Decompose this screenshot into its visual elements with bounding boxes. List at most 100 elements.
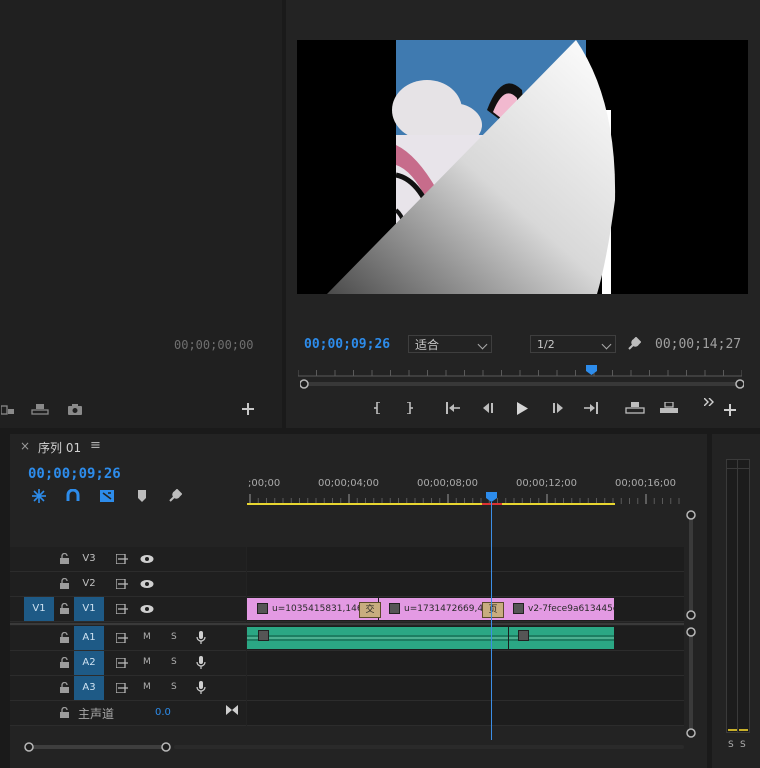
timeline-settings-wrench-icon[interactable] (166, 488, 184, 504)
track-name[interactable]: A3 (74, 676, 104, 700)
sync-lock-icon[interactable] (116, 554, 128, 564)
audio-clip[interactable] (509, 627, 614, 649)
timeline-playhead-handle[interactable] (486, 492, 497, 502)
lock-icon[interactable] (60, 603, 69, 614)
audio-clip[interactable] (247, 627, 508, 649)
track-header-v1[interactable]: V1 V1 (10, 597, 246, 622)
panel-menu-icon[interactable]: ≡ (90, 438, 101, 453)
track-header-a3[interactable]: A3 M S (10, 676, 246, 701)
nest-sequence-icon[interactable] (30, 488, 48, 504)
eye-icon[interactable] (140, 579, 154, 589)
fx-badge-icon (257, 603, 268, 614)
sequence-tab[interactable]: × 序列 01 ≡ (10, 434, 130, 458)
lane-v2[interactable] (247, 572, 684, 597)
mute-button[interactable]: M (143, 657, 151, 667)
program-zoom-scrollbar[interactable] (300, 379, 744, 389)
sequence-timecode[interactable]: 00;00;09;26 (28, 466, 121, 482)
timeline-zoom-scrollbar[interactable] (24, 742, 686, 752)
lock-icon[interactable] (60, 707, 69, 718)
sync-lock-icon[interactable] (116, 658, 128, 668)
add-button-icon[interactable] (722, 402, 738, 418)
track-name[interactable]: V2 (74, 572, 104, 596)
track-header-a1[interactable]: A1 M S (10, 626, 246, 651)
program-time-ruler[interactable] (298, 367, 742, 377)
meter-solo-right-button[interactable]: S (740, 740, 746, 750)
extract-icon[interactable] (658, 400, 680, 416)
lock-icon[interactable] (60, 553, 69, 564)
video-clip[interactable]: v2-7fece9a613445e (503, 598, 614, 620)
go-to-out-icon[interactable] (582, 400, 600, 416)
work-area-bar[interactable] (247, 503, 615, 505)
step-forward-icon[interactable] (550, 400, 566, 416)
zoom-level-select[interactable]: 适合 (408, 335, 492, 353)
microphone-icon[interactable] (196, 631, 206, 644)
lane-master[interactable] (247, 701, 684, 726)
program-current-timecode[interactable]: 00;00;09;26 (304, 337, 390, 352)
transition-effect[interactable]: 交 (359, 602, 381, 618)
audio-meter-panel: S S (712, 434, 760, 768)
track-name[interactable]: V3 (74, 547, 104, 571)
track-name[interactable]: V1 (74, 597, 104, 621)
meter-level-left (728, 729, 737, 731)
track-header-v2[interactable]: V2 (10, 572, 246, 597)
track-header-master[interactable]: 主声道 0.0 (10, 701, 246, 726)
master-track-label: 主声道 (78, 707, 115, 721)
sync-lock-icon[interactable] (116, 604, 128, 614)
lock-icon[interactable] (60, 578, 69, 589)
clip-label: u=1035415831,146 (272, 604, 363, 614)
track-name[interactable]: A1 (74, 626, 104, 650)
mute-button[interactable]: M (143, 632, 151, 642)
meter-solo-left-button[interactable]: S (728, 740, 734, 750)
mute-button[interactable]: M (143, 682, 151, 692)
microphone-icon[interactable] (196, 656, 206, 669)
fx-badge-icon (513, 603, 524, 614)
mark-in-icon[interactable] (371, 400, 385, 416)
program-playhead-marker[interactable] (586, 365, 597, 375)
sync-lock-icon[interactable] (116, 579, 128, 589)
lock-icon[interactable] (60, 657, 69, 668)
play-icon[interactable] (514, 400, 530, 416)
insert-icon[interactable] (0, 401, 16, 417)
lane-a2[interactable] (247, 651, 684, 676)
resolution-value: 1/2 (537, 338, 555, 351)
solo-button[interactable]: S (171, 657, 177, 667)
lift-icon[interactable] (624, 400, 646, 416)
source-timecode[interactable]: 00;00;00;00 (174, 338, 253, 352)
add-marker-icon[interactable] (134, 488, 150, 504)
lane-a3[interactable] (247, 676, 684, 701)
meter-top-line (727, 468, 749, 469)
solo-button[interactable]: S (171, 632, 177, 642)
track-header-a2[interactable]: A2 M S (10, 651, 246, 676)
more-controls-icon[interactable] (702, 396, 716, 408)
transition-effect[interactable]: 页 (482, 602, 504, 618)
close-tab-icon[interactable]: × (20, 439, 30, 453)
sync-lock-icon[interactable] (116, 633, 128, 643)
sync-lock-icon[interactable] (116, 683, 128, 693)
resolution-select[interactable]: 1/2 (530, 335, 616, 353)
step-back-icon[interactable] (480, 400, 496, 416)
go-to-edit-icon[interactable] (226, 704, 238, 716)
go-to-in-icon[interactable] (444, 400, 462, 416)
lane-v3[interactable] (247, 547, 684, 572)
wrench-icon[interactable] (626, 336, 642, 352)
eye-icon[interactable] (140, 604, 154, 614)
ruler-label: 00;00;04;00 (318, 478, 380, 489)
microphone-icon[interactable] (196, 681, 206, 694)
linked-selection-icon[interactable] (98, 488, 116, 504)
solo-button[interactable]: S (171, 682, 177, 692)
mark-out-icon[interactable] (402, 400, 416, 416)
master-volume-value[interactable]: 0.0 (155, 707, 171, 718)
track-name[interactable]: A2 (74, 651, 104, 675)
lock-icon[interactable] (60, 632, 69, 643)
add-button-icon[interactable] (240, 401, 256, 417)
timeline-vertical-scrollbar[interactable] (686, 510, 696, 740)
audio-meter-bars (726, 459, 750, 733)
track-header-v3[interactable]: V3 (10, 547, 246, 572)
overwrite-icon[interactable] (30, 401, 50, 417)
program-duration-timecode: 00;00;14;27 (655, 337, 742, 352)
snap-magnet-icon[interactable] (64, 488, 82, 504)
camera-icon[interactable] (66, 401, 84, 417)
source-patch-v1[interactable]: V1 (24, 597, 54, 621)
lock-icon[interactable] (60, 682, 69, 693)
eye-icon[interactable] (140, 554, 154, 564)
